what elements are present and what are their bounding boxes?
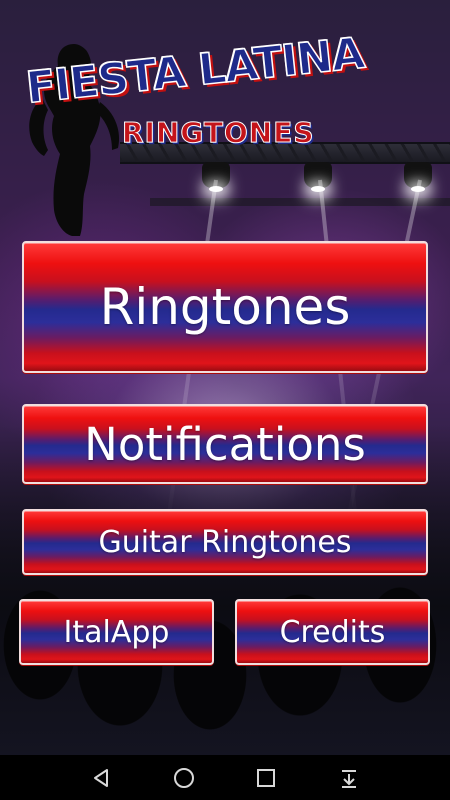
home-icon[interactable]: [164, 758, 204, 798]
ringtones-button[interactable]: Ringtones: [22, 241, 428, 373]
logo-title: FIESTA LATINA: [23, 28, 367, 115]
credits-button-label: Credits: [279, 614, 386, 650]
recents-icon[interactable]: [246, 758, 286, 798]
guitar-ringtones-button[interactable]: Guitar Ringtones: [22, 509, 428, 575]
stage-truss-lower: [150, 198, 450, 206]
italapp-button[interactable]: ItalApp: [19, 599, 214, 665]
notification-pull-icon[interactable]: [329, 758, 369, 798]
back-icon[interactable]: [81, 758, 121, 798]
credits-button[interactable]: Credits: [235, 599, 430, 665]
notifications-button[interactable]: Notifications: [22, 404, 428, 484]
notifications-button-label: Notifications: [84, 417, 366, 471]
app-logo: FIESTA LATINA RINGTONES: [10, 28, 440, 160]
italapp-button-label: ItalApp: [63, 614, 170, 650]
android-navigation-bar: [0, 755, 450, 800]
ringtones-button-label: Ringtones: [99, 278, 351, 336]
guitar-ringtones-button-label: Guitar Ringtones: [98, 524, 352, 560]
logo-subtitle: RINGTONES: [122, 116, 315, 150]
